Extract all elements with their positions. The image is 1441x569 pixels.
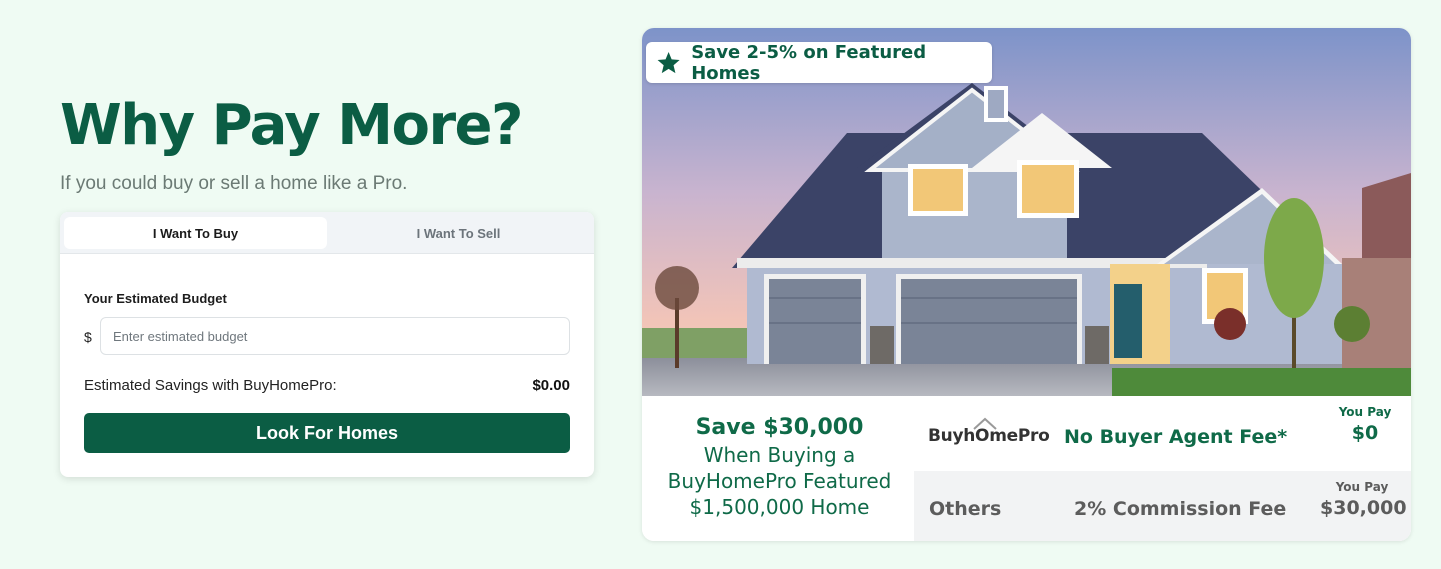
currency-symbol: $ (84, 329, 92, 345)
brand-benefit: No Buyer Agent Fee* (1064, 426, 1288, 448)
others-you-pay: You Pay $30,000 (1320, 480, 1407, 521)
others-commission-fee: 2% Commission Fee (1074, 498, 1287, 520)
look-for-homes-button[interactable]: Look For Homes (84, 413, 570, 453)
hero-subheadline: If you could buy or sell a home like a P… (60, 173, 408, 194)
buyhomepro-logo: BuyhOmePro (928, 417, 1050, 446)
savings-calculator-card: I Want To Buy I Want To Sell Your Estima… (60, 212, 594, 477)
others-comparison-row: Others 2% Commission Fee You Pay $30,000 (914, 471, 1411, 541)
budget-input[interactable] (100, 317, 570, 355)
badge-text: Save 2-5% on Featured Homes (691, 41, 927, 84)
brand-you-pay: You Pay $0 (1336, 405, 1394, 446)
house-photo: Save 2-5% on Featured Homes (642, 28, 1411, 396)
save-amount-block: Save $30,000 When Buying a BuyHomePro Fe… (662, 414, 897, 520)
house-roof-icon (973, 417, 997, 430)
save-line-4: $1,500,000 Home (689, 495, 870, 519)
others-you-pay-value: $30,000 (1320, 497, 1407, 519)
featured-homes-promo: Save 2-5% on Featured Homes Save $30,000… (642, 28, 1411, 541)
savings-comparison: Save $30,000 When Buying a BuyHomePro Fe… (642, 396, 1411, 541)
save-headline: Save $30,000 (695, 415, 864, 440)
brand-you-pay-value: $0 (1351, 422, 1379, 444)
buy-sell-tabs: I Want To Buy I Want To Sell (60, 212, 594, 254)
save-line-3: BuyHomePro Featured (667, 469, 892, 493)
tab-buy[interactable]: I Want To Buy (64, 217, 327, 249)
hero-headline: Why Pay More? (60, 93, 524, 158)
others-label: Others (929, 498, 1002, 520)
others-you-pay-label: You Pay (1335, 480, 1389, 494)
estimated-savings-value: $0.00 (532, 377, 570, 394)
tab-sell[interactable]: I Want To Sell (327, 217, 590, 249)
star-icon (657, 51, 680, 73)
budget-label: Your Estimated Budget (84, 291, 227, 306)
estimated-savings-label: Estimated Savings with BuyHomePro: (84, 377, 337, 394)
save-line-2: When Buying a (703, 443, 856, 467)
brand-you-pay-label: You Pay (1338, 405, 1392, 419)
featured-savings-badge: Save 2-5% on Featured Homes (646, 41, 992, 84)
